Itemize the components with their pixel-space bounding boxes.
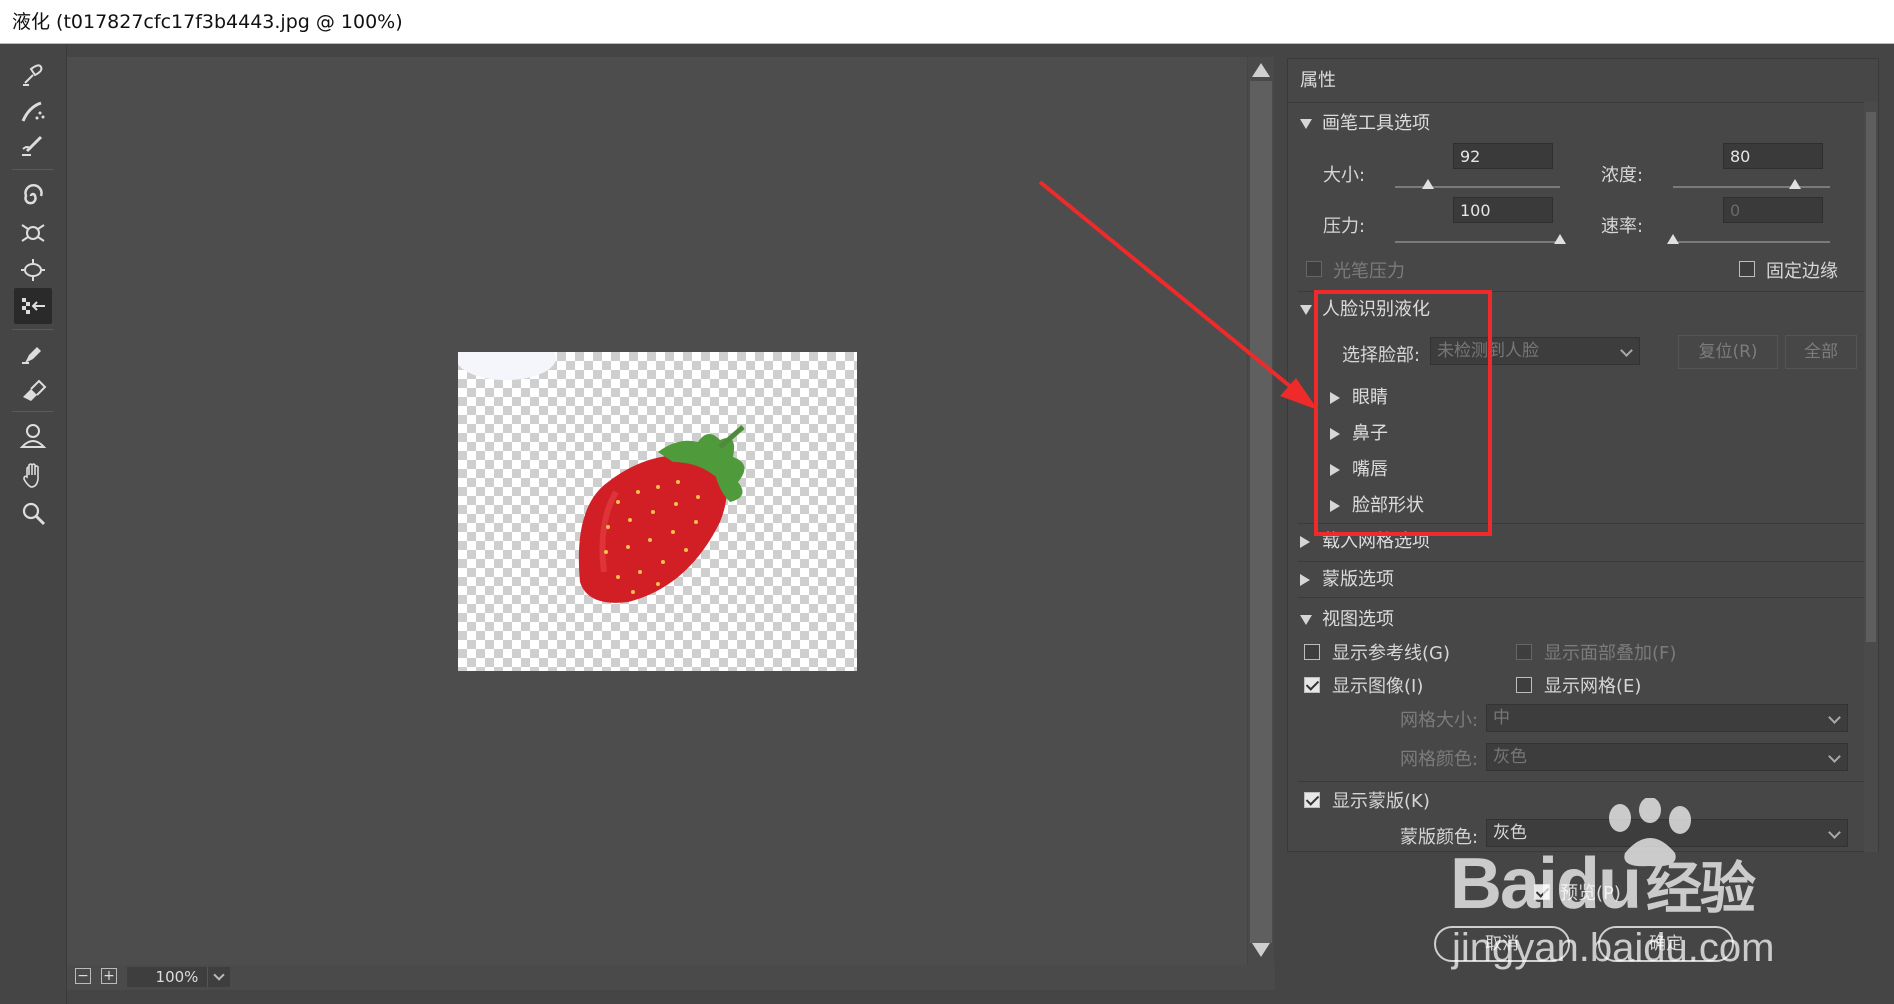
show-mesh-label: 显示网格(E) — [1544, 676, 1642, 697]
status-bar: − + 100% — [67, 965, 1275, 990]
mesh-size-label: 网格大小: — [1400, 710, 1479, 731]
pucker-tool-icon[interactable] — [14, 215, 52, 251]
watermark-brand-cn: 经验 — [1646, 857, 1756, 920]
density-slider[interactable] — [1673, 186, 1830, 188]
panel-scroll-thumb[interactable] — [1866, 112, 1876, 642]
twirl-tool-icon[interactable] — [14, 178, 52, 214]
collapsed-triangle-icon — [1300, 536, 1310, 548]
rate-slider-knob[interactable] — [1667, 234, 1679, 244]
scroll-up-icon[interactable] — [1252, 63, 1270, 77]
mesh-color-dropdown[interactable]: 灰色 — [1486, 743, 1848, 771]
show-mask-label: 显示蒙版(K) — [1332, 791, 1430, 812]
face-tool-icon[interactable] — [14, 417, 52, 453]
pressure-field[interactable]: 100 — [1453, 197, 1553, 223]
size-slider[interactable] — [1395, 186, 1560, 188]
bloat-tool-icon[interactable] — [14, 252, 52, 288]
scroll-thumb[interactable] — [1250, 81, 1272, 943]
zoom-out-button[interactable]: − — [75, 968, 91, 984]
preview-canvas[interactable] — [67, 57, 1247, 965]
chevron-down-icon — [1828, 711, 1841, 724]
thaw-mask-tool-icon[interactable] — [14, 371, 52, 407]
transparent-image-area — [458, 352, 857, 671]
expanded-triangle-icon — [1300, 615, 1312, 625]
watermark-url: jingyan.baidu.com — [1452, 926, 1775, 970]
pressure-label: 压力: — [1323, 216, 1366, 237]
show-guides-checkbox[interactable] — [1304, 644, 1320, 660]
rate-field[interactable]: 0 — [1723, 197, 1823, 223]
chevron-down-icon — [1828, 750, 1841, 763]
zoom-dropdown[interactable] — [207, 967, 230, 987]
strawberry-image — [458, 352, 745, 603]
panel-scrollbar[interactable] — [1864, 102, 1878, 852]
canvas-vertical-scrollbar[interactable] — [1248, 57, 1274, 965]
face-all-button[interactable]: 全部 — [1785, 335, 1857, 369]
show-mesh-checkbox[interactable] — [1516, 677, 1532, 693]
reconstruct-tool-icon[interactable] — [14, 93, 52, 129]
size-slider-knob[interactable] — [1422, 179, 1434, 189]
panel-title: 属性 — [1288, 59, 1878, 103]
show-image-label: 显示图像(I) — [1332, 676, 1424, 697]
smooth-tool-icon[interactable] — [14, 127, 52, 163]
forward-warp-tool-icon[interactable] — [14, 57, 52, 93]
expanded-triangle-icon — [1300, 305, 1312, 315]
tool-panel — [0, 45, 67, 1004]
mesh-size-dropdown[interactable]: 中 — [1486, 704, 1848, 732]
size-label: 大小: — [1323, 165, 1366, 186]
size-field[interactable]: 92 — [1453, 143, 1553, 169]
pressure-slider-knob[interactable] — [1554, 234, 1566, 244]
mask-options-header[interactable]: 蒙版选项 — [1300, 565, 1394, 591]
rate-slider[interactable] — [1673, 241, 1830, 243]
scroll-down-icon[interactable] — [1252, 943, 1270, 957]
collapsed-triangle-icon — [1300, 574, 1310, 586]
watermark-brand: Baidu — [1450, 844, 1642, 924]
mesh-color-label: 网格颜色: — [1400, 749, 1479, 770]
show-mask-checkbox[interactable] — [1304, 792, 1320, 808]
show-image-checkbox[interactable] — [1304, 677, 1320, 693]
pin-edges-label: 固定边缘 — [1766, 261, 1838, 282]
show-guides-label: 显示参考线(G) — [1332, 643, 1450, 664]
freeze-mask-tool-icon[interactable] — [14, 335, 52, 371]
brush-options-header[interactable]: 画笔工具选项 — [1300, 109, 1430, 135]
density-slider-knob[interactable] — [1789, 179, 1802, 189]
chevron-down-icon — [213, 969, 225, 981]
chevron-down-icon — [1620, 344, 1633, 357]
rate-label: 速率: — [1601, 216, 1644, 237]
pin-edges-checkbox[interactable] — [1739, 261, 1755, 277]
density-field[interactable]: 80 — [1723, 143, 1823, 169]
stylus-pressure-label: 光笔压力 — [1333, 261, 1405, 282]
view-options-header[interactable]: 视图选项 — [1300, 605, 1394, 631]
stylus-pressure-checkbox[interactable] — [1306, 261, 1322, 277]
expanded-triangle-icon — [1300, 119, 1312, 129]
show-face-overlay-checkbox[interactable] — [1516, 644, 1532, 660]
baidu-jingyan-watermark: Baidu 经验 jingyan.baidu.com — [1450, 798, 1890, 998]
annotation-highlight-box — [1314, 290, 1492, 536]
show-face-overlay-label: 显示面部叠加(F) — [1544, 643, 1677, 664]
zoom-tool-icon[interactable] — [14, 495, 52, 531]
hand-tool-icon[interactable] — [14, 457, 52, 493]
pressure-slider[interactable] — [1395, 241, 1560, 243]
density-label: 浓度: — [1601, 165, 1644, 186]
face-reset-button[interactable]: 复位(R) — [1678, 335, 1778, 369]
push-left-tool-icon[interactable] — [14, 288, 52, 324]
window-title: 液化 (t017827cfc17f3b4443.jpg @ 100%) — [0, 0, 1894, 44]
zoom-in-button[interactable]: + — [101, 968, 117, 984]
